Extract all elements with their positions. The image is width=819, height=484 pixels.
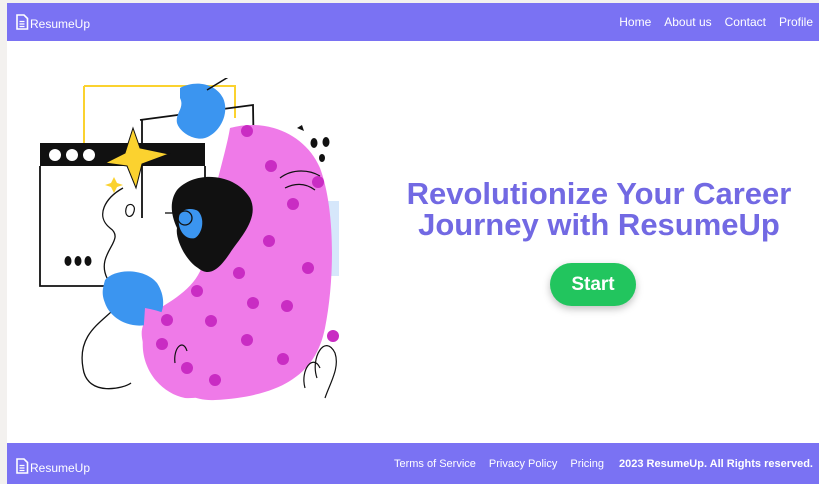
nav-home-link[interactable]: Home xyxy=(619,15,651,29)
privacy-policy-link[interactable]: Privacy Policy xyxy=(489,458,557,470)
nav-contact-link[interactable]: Contact xyxy=(725,15,766,29)
footer-brand-link[interactable]: ResumeUp xyxy=(15,457,90,475)
nav-about-link[interactable]: About us xyxy=(664,15,711,29)
nav-profile-link[interactable]: Profile xyxy=(779,15,813,29)
page: ResumeUp Home About us Contact Profile R… xyxy=(7,3,819,484)
terms-of-service-link[interactable]: Terms of Service xyxy=(394,458,476,470)
hero-illustration xyxy=(39,78,339,401)
document-icon xyxy=(16,457,29,474)
brand-name: ResumeUp xyxy=(30,17,91,31)
footer-links: Terms of Service Privacy Policy Pricing … xyxy=(381,458,813,470)
hero-title: Revolutionize Your Career Journey with R… xyxy=(406,176,792,242)
pricing-link[interactable]: Pricing xyxy=(570,458,604,470)
top-navbar: ResumeUp Home About us Contact Profile xyxy=(7,3,819,41)
copyright-text: 2023 ResumeUp. All Rights reserved. xyxy=(618,457,813,470)
brand-logo-link[interactable]: ResumeUp xyxy=(15,13,90,31)
footer-brand-name: ResumeUp xyxy=(30,460,91,475)
document-icon xyxy=(16,14,29,30)
start-button[interactable]: Start xyxy=(550,263,636,306)
main-nav: Home About us Contact Profile xyxy=(606,15,813,29)
footer: ResumeUp Terms of Service Privacy Policy… xyxy=(7,443,819,484)
